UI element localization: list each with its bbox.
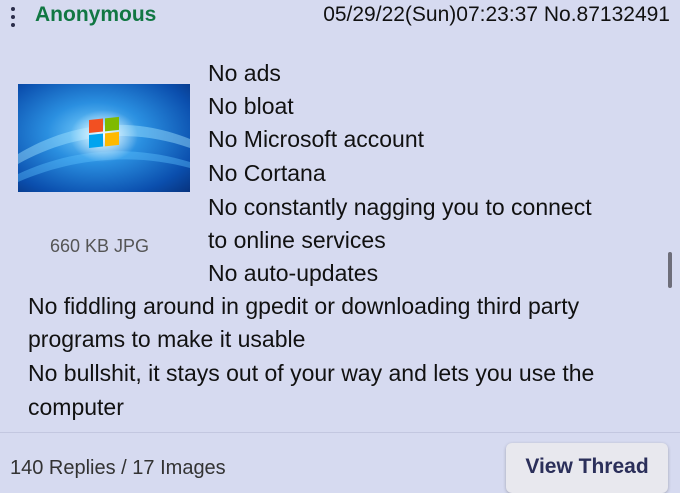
- file-info: 660 KB JPG: [50, 236, 150, 256]
- post-number[interactable]: No.87132491: [544, 3, 670, 26]
- more-options-menu-icon[interactable]: [6, 5, 20, 29]
- post-text-line: No ads: [208, 60, 281, 86]
- footer-divider: [0, 432, 680, 433]
- view-thread-label: View Thread: [525, 455, 649, 478]
- poster-name: Anonymous: [35, 3, 157, 26]
- thread-stats: 140 Replies / 17 Images: [10, 457, 226, 479]
- thread-post-card: Anonymous 05/29/22(Sun)07:23:37 No.87132…: [0, 0, 680, 493]
- post-text-line: No Microsoft account: [208, 126, 425, 152]
- view-thread-button[interactable]: View Thread: [506, 443, 668, 493]
- post-text-line: No bloat: [208, 93, 294, 119]
- post-text-line: No fiddling around in gpedit or download…: [28, 293, 580, 319]
- post-text-line: computer: [28, 394, 124, 420]
- post-text-line: programs to make it usable: [28, 326, 306, 352]
- post-text-line: to online services: [208, 227, 386, 253]
- post-text-line: No Cortana: [208, 160, 326, 186]
- post-text-line: No auto-updates: [208, 260, 379, 286]
- post-text-line: No bullshit, it stays out of your way an…: [28, 360, 595, 386]
- post-image-thumbnail[interactable]: [18, 84, 190, 192]
- post-datetime-and-number: 05/29/22(Sun)07:23:37 No.87132491: [323, 3, 670, 27]
- post-header: Anonymous 05/29/22(Sun)07:23:37 No.87132…: [0, 0, 680, 36]
- post-text-line: No constantly nagging you to connect: [208, 194, 592, 220]
- post-datetime: 05/29/22(Sun)07:23:37: [323, 3, 539, 26]
- scrollbar-thumb[interactable]: [668, 252, 672, 288]
